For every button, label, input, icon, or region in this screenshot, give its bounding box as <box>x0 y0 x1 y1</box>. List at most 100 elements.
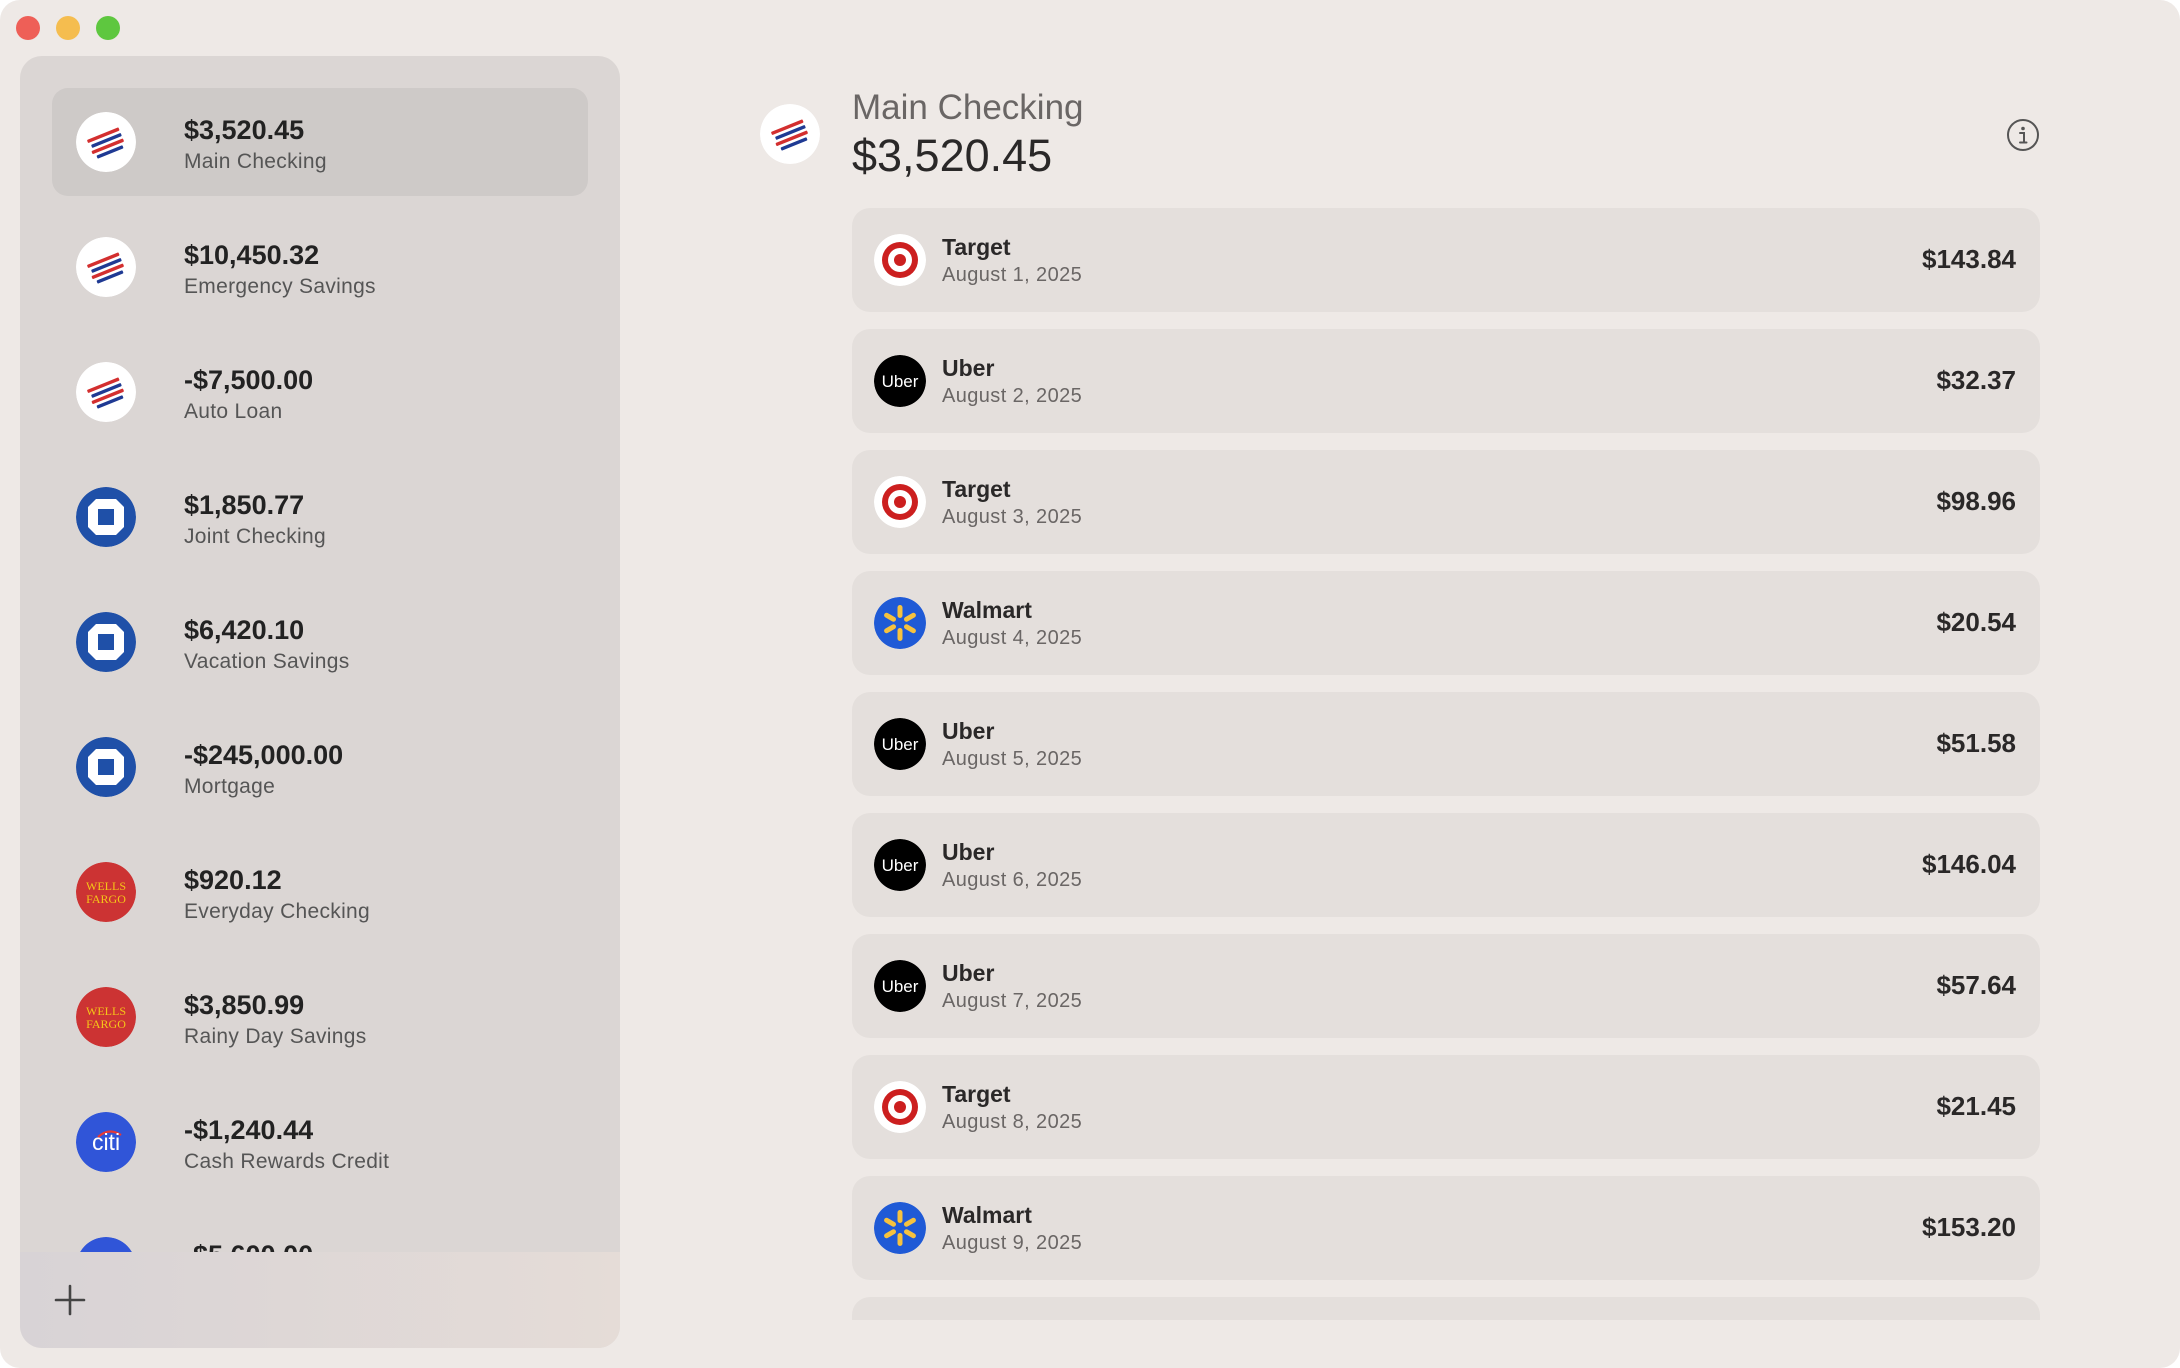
transaction-row[interactable]: Target August 8, 2025 $21.45 <box>852 1055 2040 1159</box>
transaction-date: August 1, 2025 <box>942 264 1083 286</box>
sidebar-account-emergency-savings[interactable]: $10,450.32 Emergency Savings <box>52 213 588 321</box>
chase-icon <box>76 737 136 797</box>
merchant-name: Target <box>942 476 1011 502</box>
account-balance: -$7,500.00 <box>184 365 314 395</box>
zoom-window-button[interactable] <box>96 16 120 40</box>
sidebar-account-main-checking[interactable]: $3,520.45 Main Checking <box>52 88 588 196</box>
sidebar-account-joint-checking[interactable]: $1,850.77 Joint Checking <box>52 463 588 571</box>
transaction-date: August 7, 2025 <box>942 990 1083 1012</box>
transaction-row[interactable]: Walmart August 4, 2025 $20.54 <box>852 571 2040 675</box>
merchant-name: Uber <box>942 718 995 744</box>
transaction-row[interactable]: Target August 1, 2025 $143.84 <box>852 208 2040 312</box>
account-name: Mortgage <box>184 775 276 798</box>
sidebar-footer <box>20 1252 620 1348</box>
account-balance: $3,850.99 <box>184 990 305 1020</box>
account-list: $3,520.45 Main Checking $10,450.32 Emerg… <box>20 56 620 1252</box>
transaction-row-partial[interactable] <box>852 1297 2040 1320</box>
uber-icon: Uber <box>874 355 926 407</box>
boa-icon <box>76 112 136 172</box>
account-name: Main Checking <box>184 150 327 173</box>
chase-icon <box>76 612 136 672</box>
transaction-row[interactable]: Uber Uber August 7, 2025 $57.64 <box>852 934 2040 1038</box>
account-name: Everyday Checking <box>184 900 371 923</box>
info-icon[interactable] <box>2006 118 2040 152</box>
merchant-name: Target <box>942 234 1011 260</box>
account-balance: $6,420.10 <box>184 615 305 645</box>
wells-fargo-icon: WELLS FARGO <box>76 987 136 1047</box>
account-balance: -$5,600.00 <box>184 1240 313 1252</box>
sidebar-account-vacation-savings[interactable]: $6,420.10 Vacation Savings <box>52 588 588 696</box>
walmart-icon <box>874 597 926 649</box>
boa-icon <box>76 237 136 297</box>
boa-icon <box>76 362 136 422</box>
transaction-row[interactable]: Uber Uber August 5, 2025 $51.58 <box>852 692 2040 796</box>
transaction-amount: $98.96 <box>1936 486 2016 516</box>
minimize-window-button[interactable] <box>56 16 80 40</box>
walmart-icon <box>874 1202 926 1254</box>
merchant-name: Uber <box>942 355 995 381</box>
svg-text:WELLS: WELLS <box>86 879 126 893</box>
account-name: Joint Checking <box>184 525 326 548</box>
transaction-amount: $51.58 <box>1936 728 2016 758</box>
transaction-amount: $57.64 <box>1936 970 2016 1000</box>
sidebar-account-cash-rewards-credit[interactable]: citi -$1,240.44 Cash Rewards Credit <box>52 1088 588 1196</box>
svg-text:citi: citi <box>92 1129 120 1155</box>
account-name: Vacation Savings <box>184 650 350 673</box>
transaction-row[interactable]: Uber Uber August 6, 2025 $146.04 <box>852 813 2040 917</box>
sidebar-account-partial[interactable]: -$5,600.00 <box>52 1213 588 1252</box>
transaction-amount: $153.20 <box>1922 1212 2016 1242</box>
wells-fargo-icon: WELLS FARGO <box>76 862 136 922</box>
transaction-date: August 4, 2025 <box>942 627 1083 649</box>
transaction-date: August 2, 2025 <box>942 385 1083 407</box>
accounts-sidebar: $3,520.45 Main Checking $10,450.32 Emerg… <box>20 56 620 1348</box>
sidebar-account-everyday-checking[interactable]: WELLS FARGO $920.12 Everyday Checking <box>52 838 588 946</box>
transaction-amount: $20.54 <box>1936 607 2016 637</box>
sidebar-account-auto-loan[interactable]: -$7,500.00 Auto Loan <box>52 338 588 446</box>
target-icon <box>874 476 926 528</box>
citi-icon <box>76 1237 136 1252</box>
merchant-name: Target <box>942 1081 1011 1107</box>
transaction-date: August 6, 2025 <box>942 869 1083 891</box>
app-window: $3,520.45 Main Checking $10,450.32 Emerg… <box>0 0 2180 1368</box>
transaction-list: Target August 1, 2025 $143.84 Uber Uber … <box>852 208 2042 1320</box>
citi-icon: citi <box>76 1112 136 1172</box>
account-balance: $920.12 <box>184 865 282 895</box>
boa-icon <box>760 104 820 164</box>
close-window-button[interactable] <box>16 16 40 40</box>
merchant-name: Walmart <box>942 597 1032 623</box>
account-balance: $10,450.32 <box>184 240 320 270</box>
merchant-name: Uber <box>942 960 995 986</box>
svg-text:FARGO: FARGO <box>86 1017 126 1031</box>
transaction-amount: $21.45 <box>1936 1091 2016 1121</box>
transaction-date: August 3, 2025 <box>942 506 1083 528</box>
transaction-row[interactable]: Target August 3, 2025 $98.96 <box>852 450 2040 554</box>
merchant-name: Walmart <box>942 1202 1032 1228</box>
uber-icon: Uber <box>874 960 926 1012</box>
plus-icon[interactable] <box>52 1282 88 1318</box>
chase-icon <box>76 487 136 547</box>
uber-icon: Uber <box>874 718 926 770</box>
sidebar-account-rainy-day-savings[interactable]: WELLS FARGO $3,850.99 Rainy Day Savings <box>52 963 588 1071</box>
svg-text:WELLS: WELLS <box>86 1004 126 1018</box>
account-balance: -$1,240.44 <box>184 1115 314 1145</box>
account-balance: -$245,000.00 <box>184 740 344 770</box>
account-name: Auto Loan <box>184 400 283 423</box>
svg-text:Uber: Uber <box>882 977 919 996</box>
svg-text:Uber: Uber <box>882 735 919 754</box>
account-name: Cash Rewards Credit <box>184 1150 390 1173</box>
svg-text:Uber: Uber <box>882 856 919 875</box>
transaction-date: August 8, 2025 <box>942 1111 1083 1133</box>
merchant-name: Uber <box>942 839 995 865</box>
sidebar-account-mortgage[interactable]: -$245,000.00 Mortgage <box>52 713 588 821</box>
page-title: Main Checking <box>852 88 1084 127</box>
transaction-row[interactable]: Uber Uber August 2, 2025 $32.37 <box>852 329 2040 433</box>
transaction-row[interactable]: Walmart August 9, 2025 $153.20 <box>852 1176 2040 1280</box>
account-balance: $1,850.77 <box>184 490 305 520</box>
svg-text:Uber: Uber <box>882 372 919 391</box>
account-balance-header: $3,520.45 <box>852 130 1053 181</box>
transaction-amount: $32.37 <box>1936 365 2016 395</box>
transaction-date: August 9, 2025 <box>942 1232 1083 1254</box>
transaction-amount: $143.84 <box>1922 244 2016 274</box>
account-name: Emergency Savings <box>184 275 376 298</box>
target-icon <box>874 1081 926 1133</box>
